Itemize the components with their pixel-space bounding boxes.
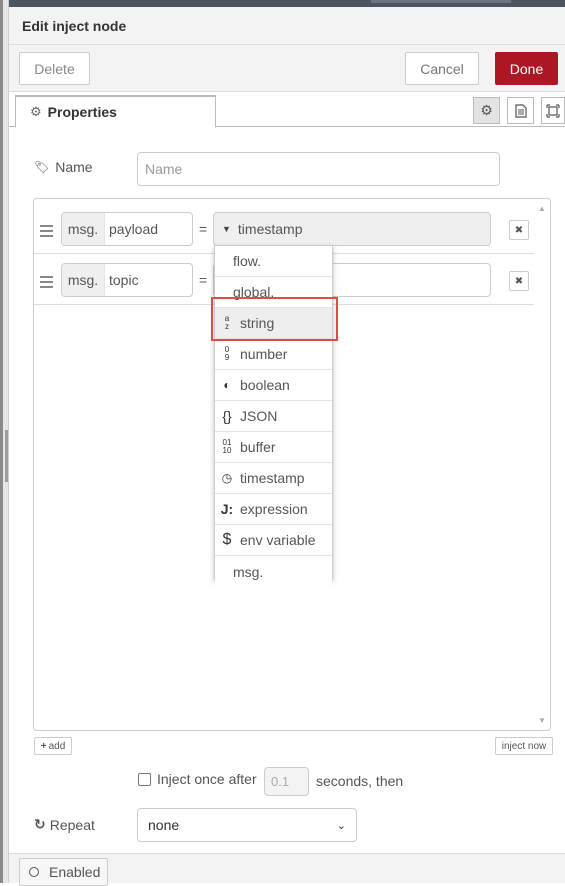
cancel-button[interactable]: Cancel [405,52,479,85]
menu-item-label: flow. [233,253,262,269]
menu-item-label: env variable [240,532,316,548]
caret-down-icon: ▼ [222,224,231,234]
once-delay-input[interactable]: 0.1 [264,767,309,796]
menu-item-label: number [240,346,288,362]
highlight-annotation [211,297,338,341]
description-tab-button[interactable] [507,97,534,124]
property-key-input[interactable]: msg. topic [61,263,193,297]
drag-handle[interactable] [40,273,53,291]
inject-now-button[interactable]: inject now [495,737,553,755]
gear-icon: ⚙ [480,102,493,118]
name-label: 🏷 Name [34,159,93,175]
repeat-label: ↻ Repeat [34,816,95,833]
name-input[interactable]: Name [137,152,500,186]
binary-icon: 01 10 [222,438,232,455]
splitter-handle[interactable] [5,430,8,482]
close-icon: ✖ [514,275,524,287]
close-icon: ✖ [514,224,524,236]
msg-prefix: msg. [62,213,105,245]
add-property-button[interactable]: + add [34,737,72,755]
remove-property-button[interactable]: ✖ [509,271,529,291]
braces-icon: {} [222,408,232,424]
delete-button[interactable]: Delete [19,52,90,85]
once-delay-suffix: seconds, then [316,773,404,789]
circle-icon [29,867,39,877]
menu-item-json[interactable]: {} JSON [215,401,332,432]
dollar-icon: $ [222,531,232,548]
property-key: topic [109,272,139,288]
menu-item-env-variable[interactable]: $ env variable [215,525,332,556]
09-icon: 09 [224,345,230,362]
payload-type-label: timestamp [237,221,303,237]
scroll-down-arrow[interactable]: ▼ [538,716,546,725]
menu-item-label: JSON [240,408,278,424]
tag-icon: 🏷 [34,160,50,174]
type-dropdown-menu: flow. global. az string 09 number ◐ bool… [214,245,333,587]
jsonata-icon: J: [220,501,234,517]
scroll-up-arrow[interactable]: ▲ [538,204,546,213]
repeat-value: none [148,817,180,833]
enabled-label: Enabled [49,864,101,880]
repeat-label-text: Repeat [49,816,95,833]
top-strip [9,0,565,7]
msg-prefix: msg. [62,264,105,296]
chevron-down-icon: ⌄ [336,819,346,832]
menu-item-label: expression [240,501,308,517]
enabled-toggle[interactable]: Enabled [19,858,108,886]
inject-once-checkbox[interactable]: Inject once after [138,771,257,787]
payload-type-select[interactable]: ▼ timestamp [213,212,491,246]
drag-handle[interactable] [40,222,53,240]
menu-item-label: timestamp [240,470,305,486]
property-key: payload [109,221,159,237]
tray-toolbar [9,45,565,92]
clock-icon: ◷ [221,471,233,485]
done-button[interactable]: Done [495,52,558,85]
file-text-icon [514,103,527,118]
menu-item-boolean[interactable]: ◐ boolean [215,370,332,401]
tab-properties[interactable]: ⚙ Properties [15,95,216,128]
appearance-tab-button[interactable] [541,97,565,124]
menu-item-flow[interactable]: flow. [215,246,332,277]
menu-item-expression[interactable]: J: expression [215,494,332,525]
checkbox-icon[interactable] [138,772,151,786]
repeat-select[interactable]: none ⌄ [137,808,357,842]
tab-properties-label: Properties [47,104,117,120]
gear-icon: ⚙ [30,104,42,119]
menu-item-buffer[interactable]: 01 10 buffer [215,432,332,463]
boolean-icon: ◐ [223,378,231,392]
repeat-icon: ↻ [34,816,46,832]
frame-icon [546,103,560,118]
inject-once-label: Inject once after [157,771,257,787]
menu-item-number[interactable]: 09 number [215,339,332,370]
equals-sign: = [199,221,208,237]
equals-sign: = [199,272,208,288]
plus-icon: + [40,740,47,752]
menu-item-label: msg. [233,563,264,580]
add-label: add [48,740,66,752]
property-key-input[interactable]: msg. payload [61,212,193,246]
remove-property-button[interactable]: ✖ [509,220,529,240]
menu-item-label: boolean [240,377,290,393]
menu-item-label: buffer [240,439,276,455]
name-label-text: Name [55,159,93,175]
tray-title: Edit inject node [22,18,127,34]
menu-item-timestamp[interactable]: ◷ timestamp [215,463,332,494]
menu-item-msg[interactable]: msg. [215,556,332,587]
settings-tab-button[interactable]: ⚙ [473,97,500,124]
